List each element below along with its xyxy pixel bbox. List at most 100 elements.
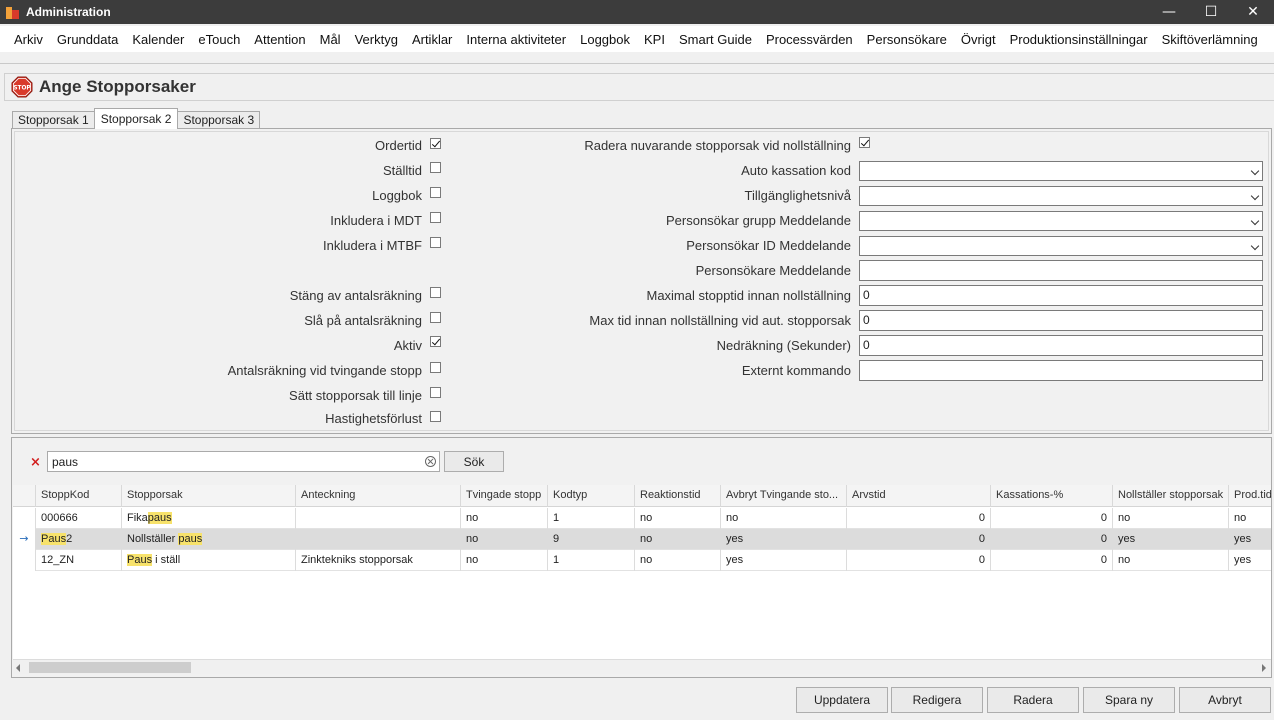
col-tvingade-stopp[interactable]: Tvingade stopp [461, 485, 548, 507]
menu-arkiv[interactable]: Arkiv [7, 32, 50, 47]
mdt-checkbox[interactable] [430, 212, 441, 223]
menu-ovrigt[interactable]: Övrigt [954, 32, 1003, 47]
window-title: Administration [26, 5, 111, 19]
ordertid-label: Ordertid [375, 138, 422, 153]
stang-antal-checkbox[interactable] [430, 287, 441, 298]
satt-linje-checkbox[interactable] [430, 387, 441, 398]
col-kassation[interactable]: Kassations-% [991, 485, 1113, 507]
table-row[interactable]: 000666 Fikapaus no 1 no no 0 0 no no [13, 508, 1271, 529]
maximize-button[interactable]: ☐ [1190, 0, 1232, 24]
menu-grunddata[interactable]: Grunddata [50, 32, 125, 47]
ps-medd-label: Personsökare Meddelande [695, 263, 851, 278]
col-reaktionstid[interactable]: Reaktionstid [635, 485, 721, 507]
col-avbryt-tvingande[interactable]: Avbryt Tvingande sto... [721, 485, 847, 507]
loggbok-checkbox[interactable] [430, 187, 441, 198]
app-icon [6, 5, 20, 19]
mdt-label: Inkludera i MDT [330, 213, 422, 228]
hastighet-label: Hastighetsförlust [325, 411, 422, 426]
menu-kalender[interactable]: Kalender [125, 32, 191, 47]
grid-header: StoppKod Stopporsak Anteckning Tvingade … [13, 485, 1271, 507]
tab-stopporsak-1[interactable]: Stopporsak 1 [12, 111, 95, 129]
col-prodtid[interactable]: Prod.tid [1229, 485, 1271, 507]
menu-kpi[interactable]: KPI [637, 32, 672, 47]
max-tid-aut-input[interactable]: 0 [859, 310, 1263, 331]
ps-medd-input[interactable] [859, 260, 1263, 281]
externt-label: Externt kommando [741, 363, 851, 378]
tillganglighet-select[interactable] [859, 186, 1263, 206]
satt-linje-label: Sätt stopporsak till linje [289, 388, 422, 403]
aktiv-checkbox[interactable] [430, 336, 441, 347]
tab-stopporsak-2[interactable]: Stopporsak 2 [93, 108, 179, 129]
ps-grupp-label: Personsökar grupp Meddelande [665, 213, 851, 228]
redigera-button[interactable]: Redigera [891, 687, 983, 713]
chevron-down-icon [1250, 166, 1260, 176]
current-row-arrow-icon: → [13, 529, 36, 550]
horizontal-scrollbar[interactable] [13, 659, 1271, 674]
menu-loggbok[interactable]: Loggbok [573, 32, 637, 47]
sla-antal-checkbox[interactable] [430, 312, 441, 323]
mtbf-label: Inkludera i MTBF [323, 238, 422, 253]
col-stoppkod[interactable]: StoppKod [36, 485, 122, 507]
col-stopporsak[interactable]: Stopporsak [122, 485, 296, 507]
search-input[interactable]: paus [47, 451, 440, 472]
col-arvstid[interactable]: Arvstid [847, 485, 991, 507]
menu-produktionsinstallningar[interactable]: Produktionsinställningar [1003, 32, 1155, 47]
auto-kassation-label: Auto kassation kod [741, 163, 851, 178]
menu-mal[interactable]: Mål [313, 32, 348, 47]
spara-ny-button[interactable]: Spara ny [1083, 687, 1175, 713]
max-stopptid-input[interactable]: 0 [859, 285, 1263, 306]
scrollbar-thumb[interactable] [29, 662, 191, 673]
menu-verktyg[interactable]: Verktyg [348, 32, 405, 47]
scroll-right-icon[interactable] [1262, 664, 1266, 672]
chevron-down-icon [1250, 216, 1260, 226]
hastighet-checkbox[interactable] [430, 411, 441, 422]
menu-artiklar[interactable]: Artiklar [405, 32, 459, 47]
menu-bar: Arkiv Grunddata Kalender eTouch Attentio… [0, 26, 1274, 52]
menu-processvarden[interactable]: Processvärden [759, 32, 860, 47]
svg-text:STOP: STOP [13, 86, 31, 92]
chevron-down-icon [1250, 241, 1260, 251]
ordertid-checkbox[interactable] [430, 138, 441, 149]
radera-checkbox[interactable] [859, 137, 870, 148]
clear-filter-icon[interactable]: × [30, 455, 41, 470]
toolbar-divider [0, 63, 1274, 64]
minimize-button[interactable]: — [1148, 0, 1190, 24]
table-row-selected[interactable]: → Paus2 Nollställer paus no 9 no yes 0 0… [13, 529, 1271, 550]
scroll-left-icon[interactable] [16, 664, 20, 672]
stalltid-label: Ställtid [382, 163, 422, 178]
tillganglighet-label: Tillgänglighetsnivå [744, 188, 851, 203]
radera-button[interactable]: Radera [987, 687, 1079, 713]
menu-attention[interactable]: Attention [247, 32, 312, 47]
tab-stopporsak-3[interactable]: Stopporsak 3 [177, 111, 261, 129]
avbryt-button[interactable]: Avbryt [1179, 687, 1271, 713]
col-nollstaller[interactable]: Nollställer stopporsak [1113, 485, 1229, 507]
ps-grupp-select[interactable] [859, 211, 1263, 231]
title-bar: Administration — ☐ ✕ [0, 0, 1274, 24]
externt-input[interactable] [859, 360, 1263, 381]
page-title: Ange Stopporsaker [39, 77, 196, 96]
stalltid-checkbox[interactable] [430, 162, 441, 173]
mtbf-checkbox[interactable] [430, 237, 441, 248]
search-button[interactable]: Sök [444, 451, 504, 472]
menu-skiftoverlamning[interactable]: Skiftöverlämning [1155, 32, 1265, 47]
max-stopptid-label: Maximal stopptid innan nollställning [646, 288, 851, 303]
auto-kassation-select[interactable] [859, 161, 1263, 181]
menu-interna-aktiviteter[interactable]: Interna aktiviteter [459, 32, 573, 47]
table-row[interactable]: 12_ZN Paus i ställ Zinktekniks stopporsa… [13, 550, 1271, 571]
menu-personsokare[interactable]: Personsökare [860, 32, 954, 47]
stopporsak-grid: StoppKod Stopporsak Anteckning Tvingade … [13, 485, 1271, 660]
ps-id-select[interactable] [859, 236, 1263, 256]
loggbok-label: Loggbok [372, 188, 422, 203]
col-kodtyp[interactable]: Kodtyp [548, 485, 635, 507]
nedrakning-input[interactable]: 0 [859, 335, 1263, 356]
menu-etouch[interactable]: eTouch [191, 32, 247, 47]
col-anteckning[interactable]: Anteckning [296, 485, 461, 507]
chevron-down-icon [1250, 191, 1260, 201]
clear-search-icon[interactable] [425, 456, 436, 467]
close-button[interactable]: ✕ [1232, 0, 1274, 24]
uppdatera-button[interactable]: Uppdatera [796, 687, 888, 713]
antal-tvingande-checkbox[interactable] [430, 362, 441, 373]
radera-label: Radera nuvarande stopporsak vid nollstäl… [584, 138, 851, 153]
menu-smart-guide[interactable]: Smart Guide [672, 32, 759, 47]
stop-sign-icon: STOP [11, 76, 33, 98]
